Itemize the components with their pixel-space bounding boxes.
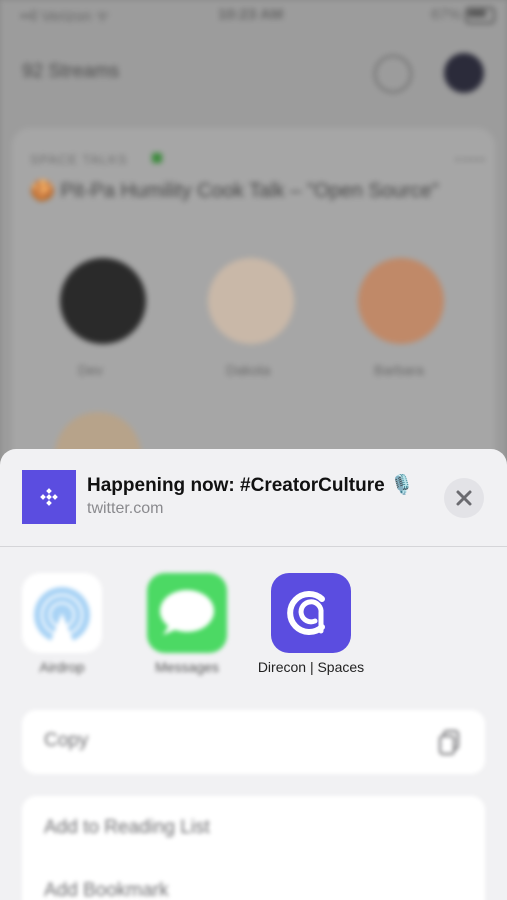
link-thumbnail-icon: [22, 470, 76, 524]
messages-icon: [160, 590, 214, 635]
speaker-avatar: [208, 258, 294, 344]
copy-icon: [439, 730, 459, 755]
close-icon: [456, 490, 472, 506]
status-bar: ••ll Verizon ᯤ 10:23 AM 67%: [0, 0, 507, 30]
live-label: SPACE TALKS: [30, 152, 128, 167]
messages-button[interactable]: [147, 573, 227, 653]
add-to-reading-list-button[interactable]: Add to Reading List: [44, 817, 210, 839]
direcon-spaces-label: Direcon | Spaces: [257, 659, 365, 675]
direcon-spaces-icon: [287, 591, 325, 635]
messages-label: Messages: [155, 659, 219, 675]
battery-percent: 67%: [430, 6, 461, 23]
close-button[interactable]: [444, 478, 484, 518]
battery-icon: [465, 7, 495, 24]
share-subtitle: twitter.com: [87, 500, 164, 517]
add-bookmark-button[interactable]: Add Bookmark: [44, 880, 169, 900]
speaker-avatar: [60, 258, 146, 344]
speaker-name: Dev: [78, 362, 103, 378]
speaker-avatar: [358, 258, 444, 344]
space-title: 🍪 Pit-Pa Humility Cook Talk – "Open Sour…: [30, 180, 439, 202]
compose-icon: [374, 55, 412, 93]
speaker-name: Barbara: [374, 362, 424, 378]
airdrop-label: Airdrop: [39, 659, 85, 675]
airdrop-button[interactable]: [22, 573, 102, 653]
share-sheet: Happening now: #CreatorCulture 🎙️ twitte…: [0, 449, 507, 900]
actions-group: Add to Reading List Add Bookmark: [22, 796, 485, 900]
copy-button[interactable]: Copy: [22, 710, 485, 774]
airdrop-icon: [34, 587, 90, 643]
copy-label: Copy: [44, 730, 89, 751]
share-title: Happening now: #CreatorCulture 🎙️: [87, 475, 414, 496]
share-header: Happening now: #CreatorCulture 🎙️ twitte…: [0, 449, 507, 547]
speaker-name: Dakota: [226, 362, 271, 378]
live-indicator-icon: [152, 153, 162, 163]
avatar: [444, 53, 484, 93]
carrier-label: ••ll Verizon ᯤ: [20, 8, 110, 25]
share-apps-row: Airdrop Messages Direcon | Spaces: [0, 573, 507, 683]
status-time: 10:23 AM: [218, 6, 284, 23]
page-title: 92 Streams: [22, 61, 120, 82]
more-icon: [456, 158, 484, 167]
direcon-spaces-button[interactable]: [271, 573, 351, 653]
